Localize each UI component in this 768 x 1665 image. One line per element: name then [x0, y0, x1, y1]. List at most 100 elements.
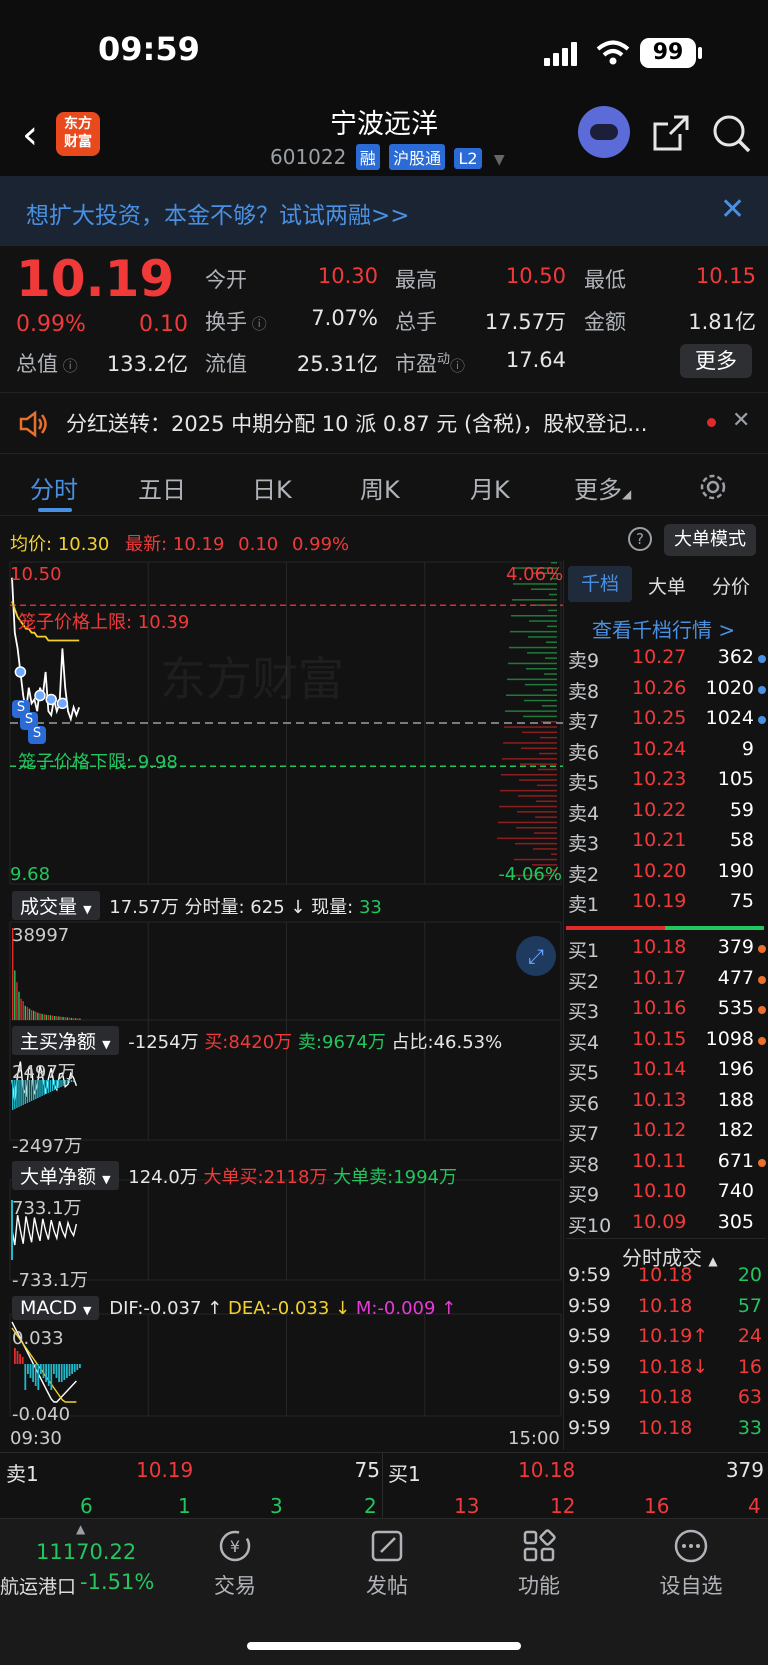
trade-time: 9:59 [568, 1264, 611, 1286]
bid-row[interactable]: 买7 10.12 182 [566, 1119, 766, 1149]
nav-functions[interactable]: 功能 [494, 1528, 584, 1600]
watermark-logo: 东方财富 [160, 652, 344, 706]
view-depth-link[interactable]: 查看千档行情 > [592, 614, 735, 643]
volume-bar [30, 1010, 33, 1020]
index-name[interactable]: 航运港口 [0, 1572, 76, 1599]
trade-price: 10.19↑ [638, 1325, 709, 1347]
expand-icon[interactable]: ⤢ [516, 936, 556, 976]
trade-row: 9:59 10.18 63 [566, 1386, 766, 1416]
bid-row[interactable]: 买2 10.17 477 [566, 967, 766, 997]
net-big-dropdown[interactable]: 大单净额 ▼ [12, 1161, 119, 1190]
depth-bar [544, 673, 557, 675]
tab-more[interactable]: 更多◢ [574, 470, 631, 505]
bid-row[interactable]: 买5 10.14 196 [566, 1058, 766, 1088]
macd-bar [37, 1364, 40, 1390]
ob-price: 10.25 [632, 707, 687, 729]
big-order-mode-button[interactable]: 大单模式 [664, 524, 756, 556]
tab-orderbook-depth[interactable]: 千档 [568, 566, 632, 602]
volume-bar [70, 1017, 73, 1020]
y-max-label: 10.50 [10, 564, 62, 585]
depth-bar [510, 630, 557, 633]
bid-row[interactable]: 买4 10.15 1098 [566, 1028, 766, 1058]
bid-row[interactable]: 买1 10.18 379 [566, 936, 766, 966]
tab-big-orders[interactable]: 大单 [648, 572, 686, 599]
index-change[interactable]: -1.51% [80, 1570, 154, 1594]
gear-icon[interactable] [698, 472, 728, 502]
change-pct: 0.99% [16, 312, 86, 337]
bid-row[interactable]: 买10 10.09 305 [566, 1211, 766, 1241]
macd-bar [19, 1354, 21, 1364]
ask-row[interactable]: 卖6 10.24 9 [566, 738, 766, 768]
net-main-bar [18, 1080, 20, 1107]
macd-header: MACD ▼ DIF:-0.037 ↑ DEA:-0.033 ↓ M:-0.00… [12, 1296, 456, 1320]
macd-bar [79, 1364, 81, 1368]
ask-row[interactable]: 卖1 10.19 75 [566, 890, 766, 920]
macd-bottom: -0.040 [12, 1404, 71, 1425]
price-line [11, 577, 81, 723]
ask-row[interactable]: 卖9 10.27 362 [566, 646, 766, 676]
ob-level-label: 买1 [568, 940, 600, 962]
dropdown-icon: ▼ [493, 152, 505, 168]
volume-bar [62, 1016, 64, 1020]
order-dot [758, 716, 766, 724]
net-main-top: 2497万 [12, 1062, 76, 1083]
help-icon[interactable]: ? [628, 527, 652, 551]
bid-row[interactable]: 买3 10.16 535 [566, 997, 766, 1027]
share-icon[interactable] [652, 114, 690, 152]
macd-bar [66, 1364, 68, 1378]
ask-row[interactable]: 卖5 10.23 105 [566, 768, 766, 798]
depth-bar [547, 625, 557, 628]
net-main-dropdown[interactable]: 主买净额 ▼ [12, 1026, 119, 1055]
intraday-chart[interactable]: 东方财富 [0, 560, 563, 1574]
bid-row[interactable]: 买6 10.13 188 [566, 1089, 766, 1119]
macd-dropdown[interactable]: MACD ▼ [12, 1296, 100, 1320]
signal-marker[interactable]: S [28, 726, 46, 744]
label-turnover: 换手 ⓘ [205, 310, 267, 334]
nav-add-watchlist[interactable]: 设自选 [646, 1528, 736, 1600]
bid-count: 13 [454, 1494, 480, 1518]
ask-row[interactable]: 卖2 10.20 190 [566, 860, 766, 890]
notice-close-icon[interactable]: ✕ [732, 408, 750, 433]
ask-row[interactable]: 卖4 10.22 59 [566, 799, 766, 829]
ob-price: 10.26 [632, 676, 687, 699]
divider [566, 1238, 766, 1239]
chart-info-row: 均价: 10.30 最新: 10.19 0.10 0.99% [10, 534, 350, 555]
depth-bar [529, 620, 557, 622]
volume-dropdown[interactable]: 成交量 ▼ [12, 891, 100, 920]
ob-price: 10.27 [632, 646, 687, 668]
bid-row[interactable]: 买8 10.11 671 [566, 1150, 766, 1180]
pct-max-label: 4.06% [506, 564, 564, 585]
ob-level-label: 卖8 [568, 680, 600, 703]
order-dot [758, 975, 766, 984]
ask-row[interactable]: 卖7 10.25 1024 [566, 707, 766, 737]
trade-volume: 57 [737, 1294, 762, 1317]
volume-bar [41, 1013, 43, 1020]
nav-trade[interactable]: ¥ 交易 [190, 1528, 280, 1600]
stock-code-row[interactable]: 601022 融 沪股通 L2 ▼ [270, 144, 505, 170]
robot-icon [590, 124, 618, 140]
ob-level-label: 卖5 [568, 772, 600, 794]
depth-bar [512, 599, 557, 601]
ask-row[interactable]: 卖8 10.26 1020 [566, 677, 766, 707]
more-button[interactable]: 更多 [680, 344, 752, 378]
wifi-icon [596, 40, 630, 65]
tab-monthly[interactable]: 月K [470, 470, 510, 505]
nav-post[interactable]: 发帖 [342, 1528, 432, 1600]
search-icon[interactable] [712, 114, 752, 154]
divider [563, 560, 564, 1450]
trade-row: 9:59 10.19↑ 24 [566, 1325, 766, 1355]
value-open: 10.30 [317, 264, 378, 288]
tab-intraday[interactable]: 分时 [30, 470, 78, 505]
close-icon[interactable]: ✕ [720, 192, 745, 227]
notice-text[interactable]: 分红送转：2025 中期分配 10 派 0.87 元 (含税)，股权登记... [66, 408, 647, 438]
tab-weekly[interactable]: 周K [360, 470, 400, 505]
tab-daily[interactable]: 日K [252, 470, 292, 505]
ob-price: 10.13 [632, 1088, 687, 1111]
ask-row[interactable]: 卖3 10.21 58 [566, 829, 766, 859]
depth-bar [539, 752, 557, 755]
promo-text[interactable]: 想扩大投资，本金不够？试试两融>> [26, 196, 410, 230]
index-value[interactable]: 11170.22 [36, 1540, 136, 1564]
bid-row[interactable]: 买9 10.10 740 [566, 1180, 766, 1210]
tab-price-dist[interactable]: 分价 [712, 572, 750, 599]
tab-5day[interactable]: 五日 [138, 470, 186, 505]
